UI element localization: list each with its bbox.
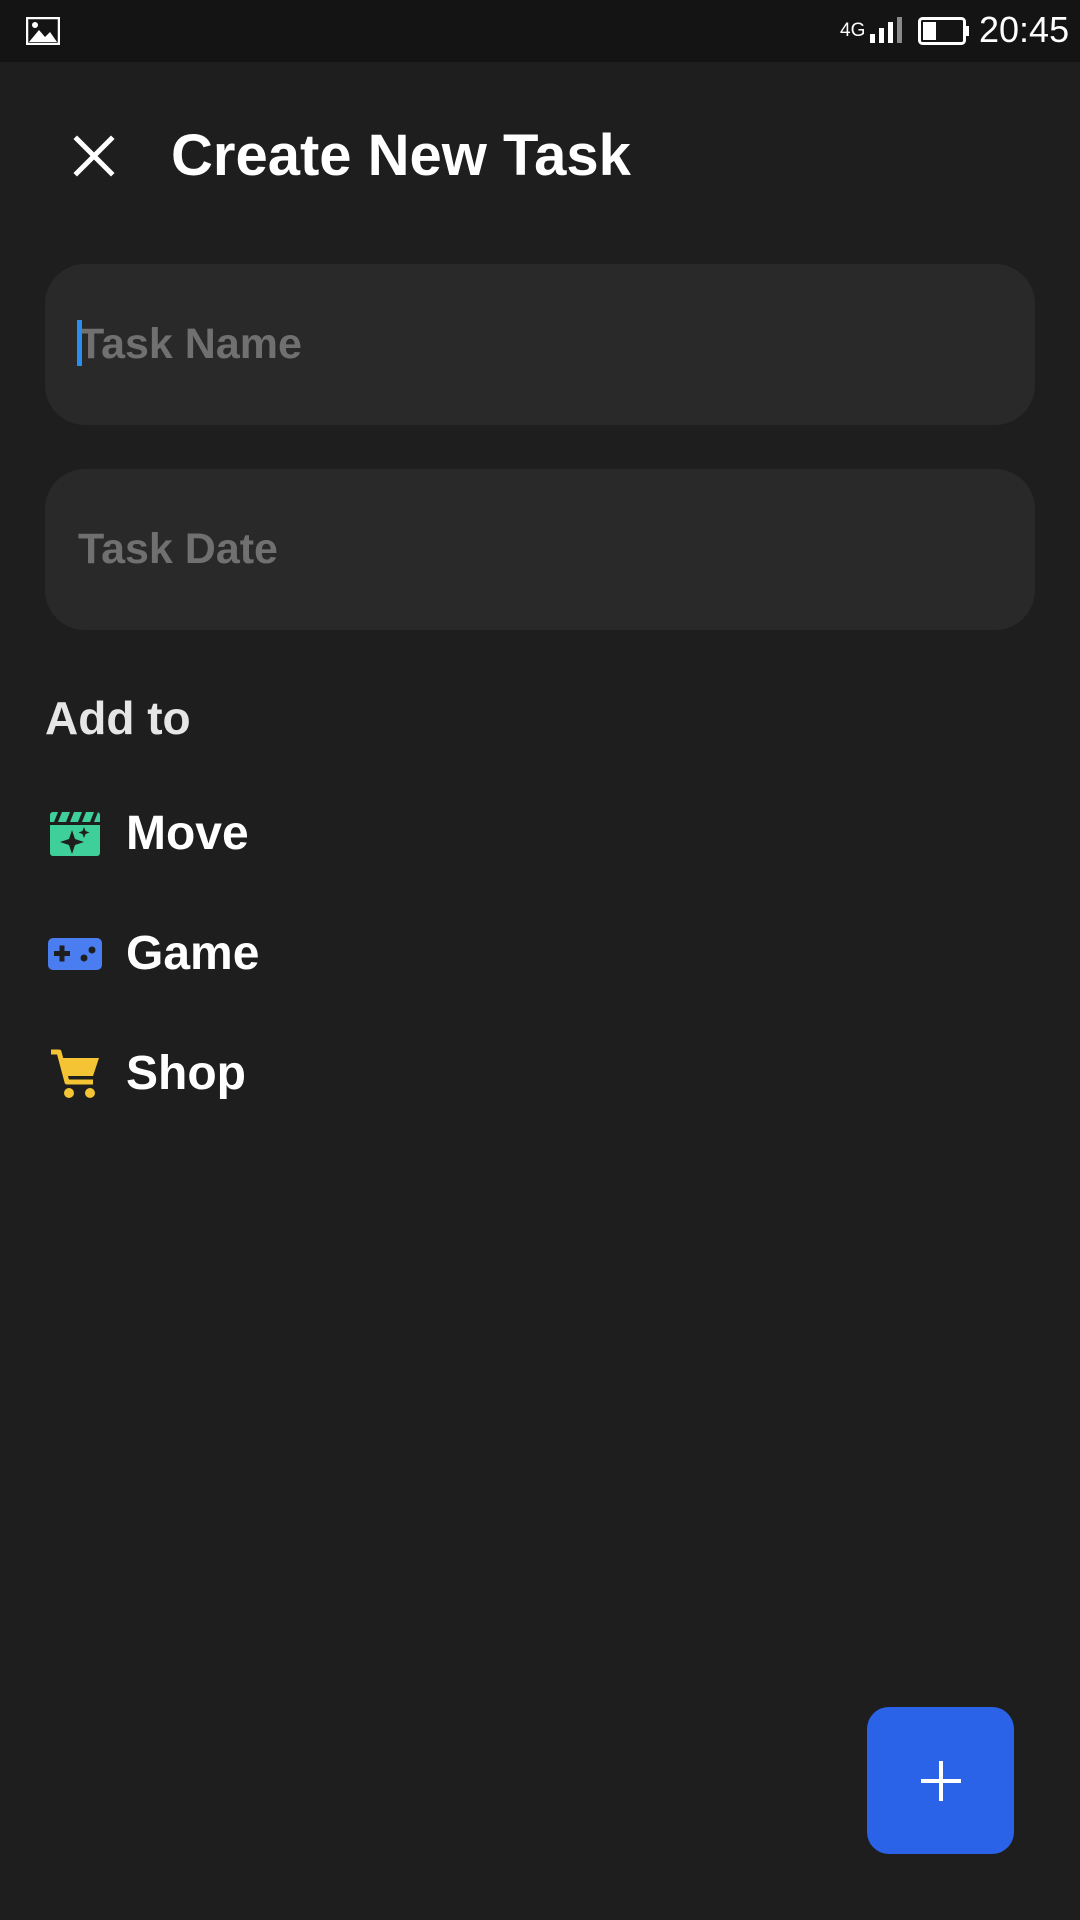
- network-type: 4G: [840, 20, 866, 41]
- page-title: Create New Task: [171, 123, 631, 188]
- close-icon: [73, 135, 115, 177]
- list-item-move[interactable]: Move: [45, 794, 545, 874]
- plus-icon: [920, 1760, 961, 1801]
- list-item-label: Move: [126, 807, 249, 860]
- cart-icon: [45, 1044, 105, 1104]
- signal-icon: [870, 17, 902, 43]
- task-name-field[interactable]: [45, 264, 1035, 425]
- list-item-game[interactable]: Game: [45, 914, 545, 994]
- task-date-field[interactable]: [45, 469, 1035, 630]
- list-item-label: Game: [126, 927, 260, 980]
- image-icon: [26, 17, 60, 45]
- text-cursor: [77, 320, 82, 366]
- list-item-shop[interactable]: Shop: [45, 1034, 545, 1114]
- status-bar: 4G 20:45: [0, 0, 1080, 62]
- task-name-input[interactable]: [78, 320, 998, 369]
- add-to-label: Add to: [45, 692, 191, 744]
- close-button[interactable]: [64, 126, 124, 186]
- clock: 20:45: [979, 9, 1070, 50]
- movie-icon: [45, 804, 105, 864]
- add-task-button[interactable]: [867, 1707, 1014, 1854]
- create-task-screen: 4G 20:45 Create New Task Add to: [0, 0, 1080, 1920]
- gamepad-icon: [45, 924, 105, 984]
- list-item-label: Shop: [126, 1047, 246, 1100]
- task-date-input[interactable]: [78, 525, 998, 574]
- battery-icon: [918, 17, 969, 45]
